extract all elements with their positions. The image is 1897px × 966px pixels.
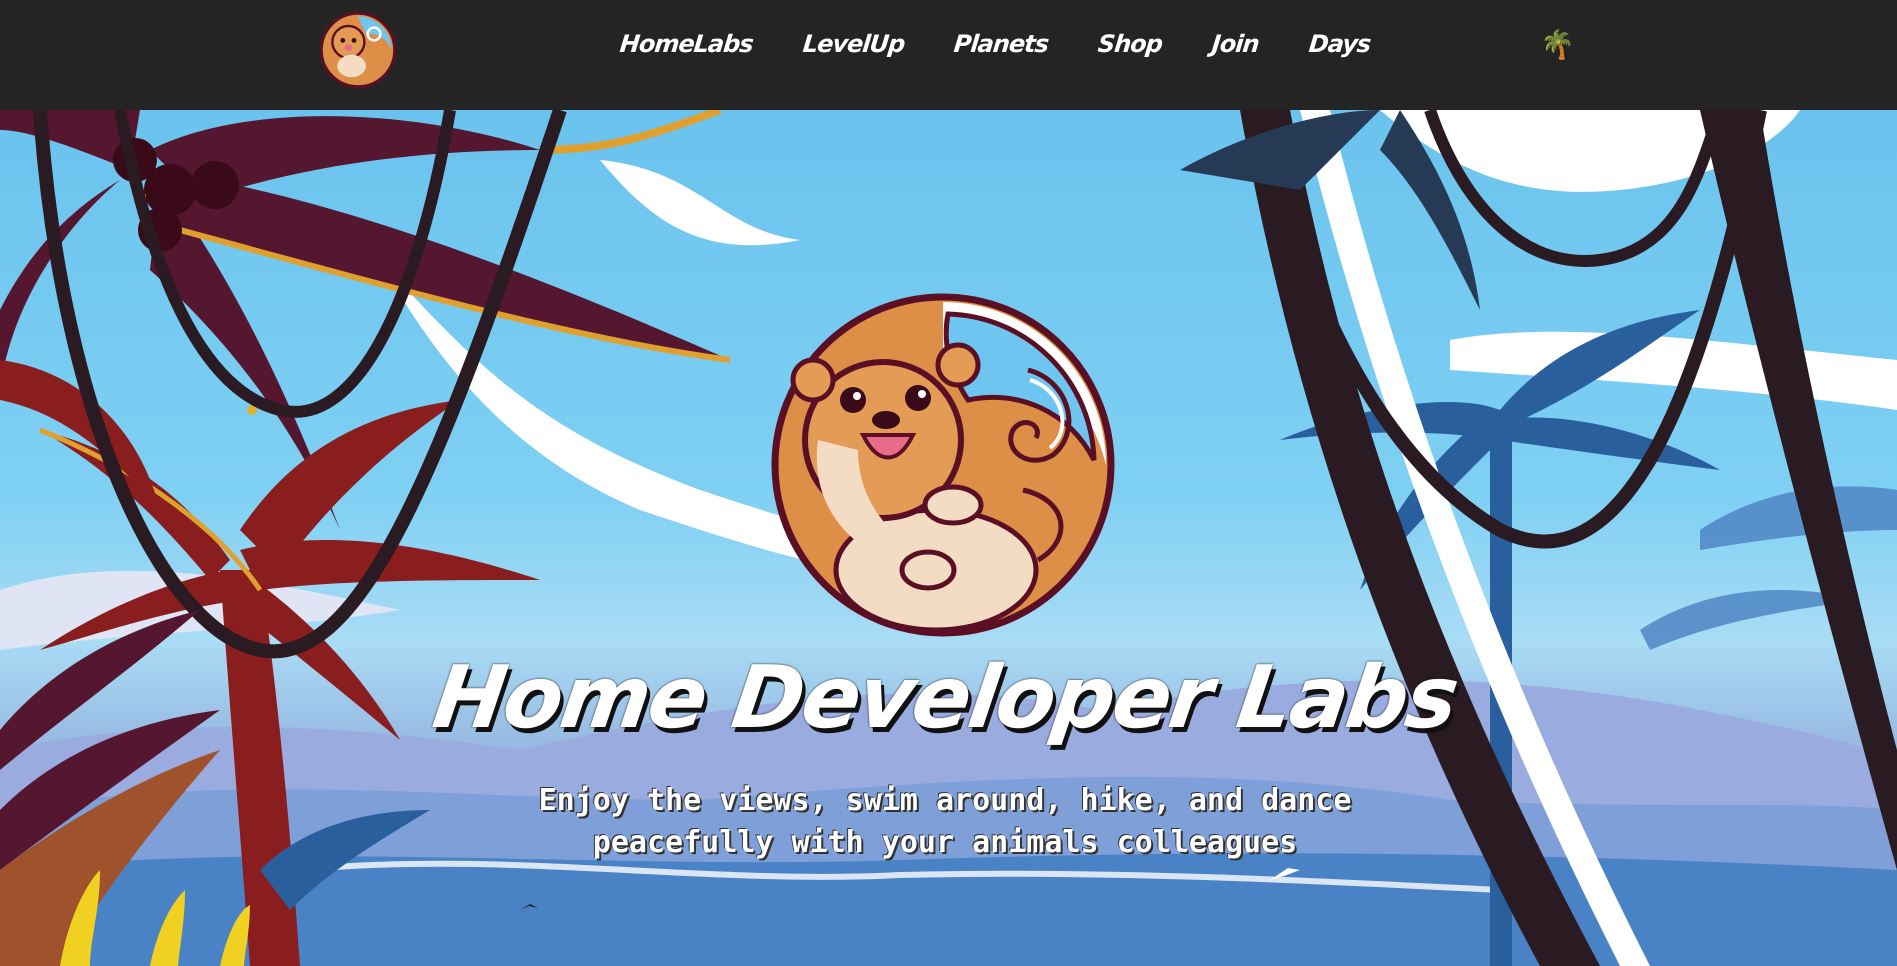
hero-section: Home Developer Labs Enjoy the views, swi… [0, 110, 1897, 966]
nav-link-levelup[interactable]: LevelUp [801, 24, 907, 64]
nav-link-planets[interactable]: Planets [952, 24, 1050, 64]
hero-title: Home Developer Labs [427, 647, 1463, 748]
palm-tree-icon[interactable]: 🌴 [1540, 28, 1575, 61]
top-navbar: HomeLabs LevelUp Planets Shop Join Days … [0, 0, 1897, 110]
nav-links: HomeLabs LevelUp Planets Shop Join Days [618, 24, 1420, 64]
otter-wave-icon [771, 293, 1115, 637]
nav-link-join[interactable]: Join [1210, 24, 1261, 64]
nav-link-days[interactable]: Days [1307, 24, 1373, 64]
nav-link-shop[interactable]: Shop [1096, 24, 1164, 64]
hero-subtitle: Enjoy the views, swim around, hike, and … [538, 783, 1352, 860]
otter-logo-icon[interactable] [318, 10, 398, 90]
nav-link-homelabs[interactable]: HomeLabs [618, 24, 755, 64]
